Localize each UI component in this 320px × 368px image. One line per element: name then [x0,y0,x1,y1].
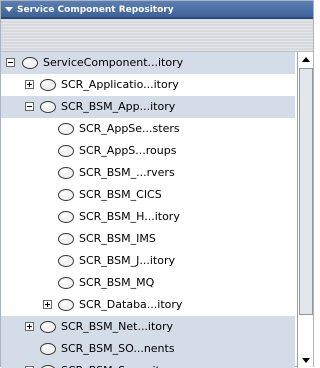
tree-item-label: SCR_Databa...itory [79,294,182,316]
service-component-repository-panel: Service Component Repository ServiceComp… [0,0,314,367]
node-icon [21,56,39,70]
tree-item-label: SCR_BSM_J...itory [79,250,175,272]
scroll-up-arrow-icon[interactable] [298,52,313,67]
node-icon [57,188,75,202]
node-icon [39,364,57,368]
tree-row[interactable]: SCR_BSM_Net...itory [1,316,295,338]
collapse-icon[interactable] [6,58,15,67]
tree-item-label: SCR_AppS...roups [79,140,176,162]
node-icon [57,122,75,136]
expand-icon[interactable] [25,80,34,89]
tree-item-label: SCR_BSM_Net...itory [61,316,173,338]
tree-item-label: ServiceComponent...itory [43,52,183,74]
vertical-scrollbar[interactable] [297,52,313,368]
collapse-arrow-icon[interactable] [5,7,13,12]
tree-row[interactable]: SCR_BSM_App...itory [1,96,295,118]
node-icon [57,276,75,290]
collapse-icon[interactable] [25,102,34,111]
panel-title-bar[interactable]: Service Component Repository [1,1,313,19]
tree-row[interactable]: SCR_Databa...itory [1,294,295,316]
node-icon [57,144,75,158]
tree-row[interactable]: ServiceComponent...itory [1,52,295,74]
scroll-down-arrow-icon[interactable] [298,353,313,368]
tree-item-label: SCR_BSM_App...itory [61,96,175,118]
node-icon [57,254,75,268]
expand-icon[interactable] [43,300,52,309]
tree-item-label: SCR_BSM_H...itory [79,206,180,228]
node-icon [39,100,57,114]
tree-item-label: SCR_BSM_MQ [79,272,154,294]
scroll-thumb[interactable] [299,68,313,315]
tree-row[interactable]: SCR_Applicatio...itory [1,74,295,96]
tree-row[interactable]: SCR_BSM_IMS [1,228,295,250]
tree-row[interactable]: SCR_BSM_H...itory [1,206,295,228]
node-icon [39,78,57,92]
tree-item-label: SCR_BSM_CICS [79,184,162,206]
toolbar [1,19,313,52]
node-icon [57,232,75,246]
tree-row[interactable]: SCR_BSM_...rvers [1,162,295,184]
expand-icon[interactable] [25,322,34,331]
repository-tree: ServiceComponent...itory SCR_Applicatio.… [1,52,295,368]
node-icon [39,320,57,334]
node-icon [57,166,75,180]
tree-item-label: SCR_Applicatio...itory [61,74,179,96]
tree-item-label: SCR_BSM_IMS [79,228,156,250]
node-icon [57,210,75,224]
tree-row[interactable]: SCR_AppSe...sters [1,118,295,140]
tree-row[interactable]: SCR_BSM_MQ [1,272,295,294]
tree-row[interactable]: SCR_AppS...roups [1,140,295,162]
tree-row[interactable]: SCR_BSM_J...itory [1,250,295,272]
tree-item-label: SCR_BSM_...rvers [79,162,175,184]
tree-item-label: SCR_BSM_SO...nents [61,338,175,360]
tree-row[interactable]: SCR_BSM_SO...nents [1,338,295,360]
tree-item-label: SCR_AppSe...sters [79,118,180,140]
tree-row[interactable]: SCR_BSM_CICS [1,184,295,206]
node-icon [57,298,75,312]
node-icon [39,342,57,356]
